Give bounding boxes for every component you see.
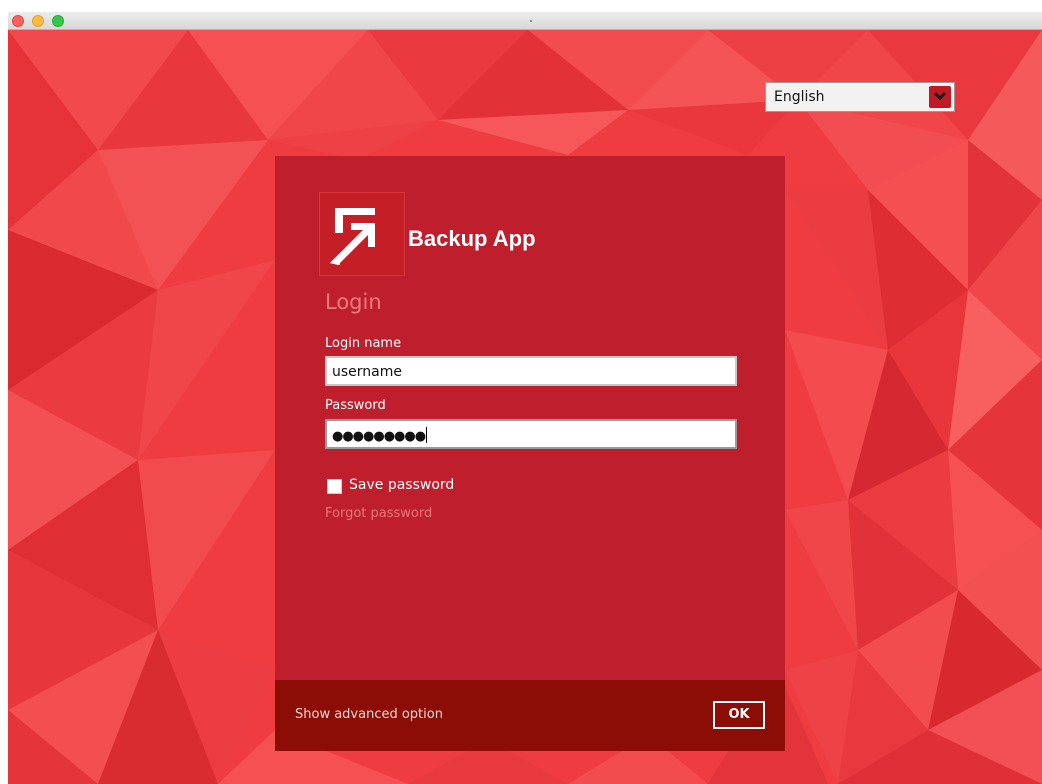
login-name-label: Login name	[325, 336, 402, 351]
title-marker	[530, 20, 532, 22]
save-password-checkbox[interactable]	[327, 479, 342, 494]
login-background: English Backup App Login Login name user…	[8, 30, 1042, 784]
forgot-password-link[interactable]: Forgot password	[325, 506, 432, 521]
text-caret	[426, 427, 428, 443]
show-advanced-option-link[interactable]: Show advanced option	[295, 707, 443, 722]
language-select-value: English	[774, 89, 825, 105]
login-name-input[interactable]: username	[325, 356, 737, 386]
login-footer: Show advanced option OK	[275, 680, 785, 751]
app-window: English Backup App Login Login name user…	[0, 12, 1042, 784]
ok-button[interactable]: OK	[713, 701, 765, 729]
password-label: Password	[325, 398, 386, 413]
close-window-button[interactable]	[12, 15, 24, 27]
language-select[interactable]: English	[765, 82, 955, 112]
maximize-window-button[interactable]	[52, 15, 64, 27]
screen-top-strip	[0, 0, 1042, 12]
minimize-window-button[interactable]	[32, 15, 44, 27]
save-password-label[interactable]: Save password	[349, 477, 454, 493]
login-name-value: username	[332, 364, 402, 380]
chevron-down-icon[interactable]	[929, 86, 951, 108]
title-bar	[8, 12, 1042, 30]
app-name: Backup App	[408, 226, 536, 251]
login-panel: Backup App Login Login name username Pas…	[275, 156, 785, 751]
backup-app-logo-icon	[320, 193, 404, 275]
login-heading: Login	[325, 290, 382, 314]
password-input[interactable]: ●●●●●●●●●	[325, 419, 737, 449]
password-masked-value: ●●●●●●●●●	[332, 429, 426, 444]
